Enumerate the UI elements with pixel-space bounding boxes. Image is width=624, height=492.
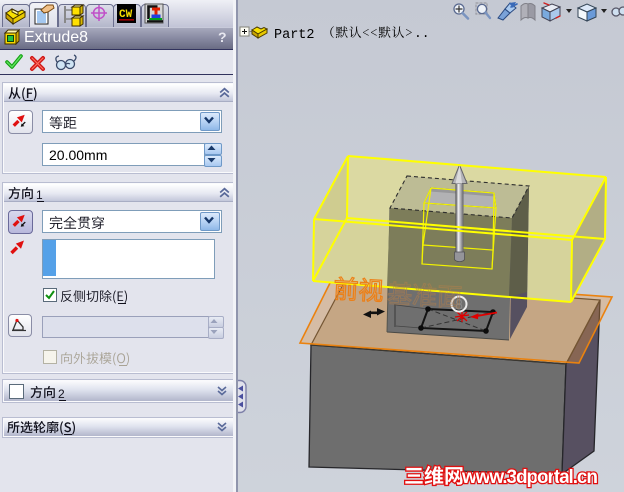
svg-text:..: ..: [414, 26, 430, 41]
svg-text:www.3dportal.cn: www.3dportal.cn: [461, 467, 598, 488]
svg-text:Part2: Part2: [274, 28, 315, 43]
